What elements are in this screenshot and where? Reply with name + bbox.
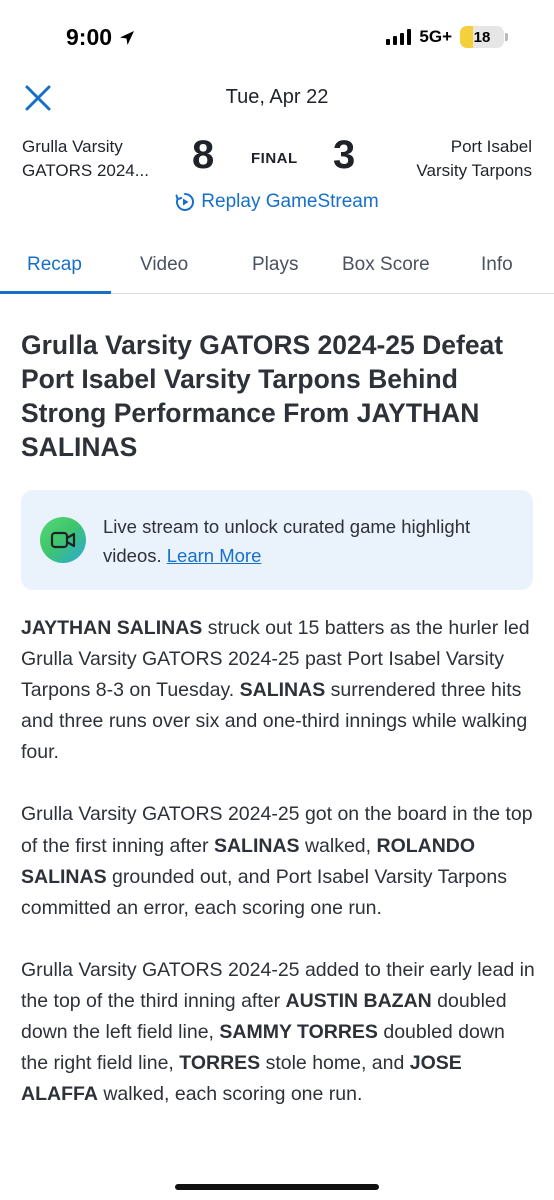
away-team-name-line2: Varsity Tarpons — [416, 161, 532, 180]
player-name: JAYTHAN SALINAS — [21, 617, 203, 639]
game-status: FINAL — [251, 150, 298, 167]
replay-icon — [175, 193, 195, 211]
tab-bar: Recap Video Plays Box Score Info — [0, 240, 554, 294]
home-team-name[interactable]: Grulla Varsity GATORS 2024... — [22, 135, 149, 183]
article-paragraph: JAYTHAN SALINAS struck out 15 batters as… — [21, 613, 536, 768]
tab-recap[interactable]: Recap — [27, 254, 82, 276]
recap-headline: Grulla Varsity GATORS 2024-25 Defeat Por… — [21, 330, 504, 462]
article-paragraph: Grulla Varsity GATORS 2024-25 got on the… — [21, 799, 536, 923]
paragraph-text: stole home, and — [260, 1052, 410, 1075]
recap-article: JAYTHAN SALINAS struck out 15 batters as… — [21, 613, 536, 1141]
status-time-text: 9:00 — [66, 24, 113, 50]
away-score: 3 — [333, 133, 356, 177]
player-name: AUSTIN BAZAN — [285, 989, 432, 1012]
status-time: 9:00 — [66, 24, 136, 51]
tab-video[interactable]: Video — [140, 254, 188, 276]
away-team-name-line1: Port Isabel — [450, 137, 532, 156]
status-indicators: 5G+ 18 — [386, 26, 508, 48]
tab-info[interactable]: Info — [481, 254, 513, 276]
away-team-name[interactable]: Port Isabel Varsity Tarpons — [416, 135, 532, 183]
home-team-name-line2: GATORS 2024... — [22, 161, 149, 180]
article-paragraph: Grulla Varsity GATORS 2024-25 added to t… — [21, 955, 536, 1110]
battery-icon: 18 — [460, 26, 508, 48]
paragraph-text: walked, — [299, 834, 377, 857]
game-date: Tue, Apr 22 — [225, 86, 329, 108]
player-name: TORRES — [179, 1052, 261, 1075]
player-name: SALINAS — [213, 834, 300, 857]
replay-gamestream-button[interactable]: Replay GameStream — [0, 191, 554, 213]
live-stream-banner: Live stream to unlock curated game highl… — [21, 490, 533, 590]
player-name: SAMMY TORRES — [219, 1021, 378, 1044]
banner-message: Live stream to unlock curated game highl… — [103, 512, 513, 570]
active-tab-indicator — [0, 291, 111, 294]
scoreboard: Grulla Varsity GATORS 2024... 8 FINAL 3 … — [0, 133, 554, 189]
replay-label: Replay GameStream — [201, 191, 379, 212]
battery-level: 18 — [473, 28, 491, 46]
banner-text: Live stream to unlock curated game highl… — [103, 516, 471, 566]
status-bar: 9:00 5G+ 18 — [0, 0, 554, 74]
tab-box-score[interactable]: Box Score — [342, 254, 430, 276]
location-arrow-icon — [120, 30, 135, 45]
paragraph-text: walked, each scoring one run. — [97, 1083, 363, 1106]
learn-more-link[interactable]: Learn More — [167, 545, 262, 566]
cellular-signal-icon — [386, 29, 412, 45]
video-camera-icon — [40, 517, 86, 563]
player-name: SALINAS — [239, 679, 326, 702]
network-type: 5G+ — [419, 27, 452, 46]
home-team-name-line1: Grulla Varsity — [22, 137, 123, 156]
tab-plays[interactable]: Plays — [252, 254, 298, 276]
home-indicator[interactable] — [175, 1184, 379, 1190]
home-score: 8 — [192, 133, 215, 177]
